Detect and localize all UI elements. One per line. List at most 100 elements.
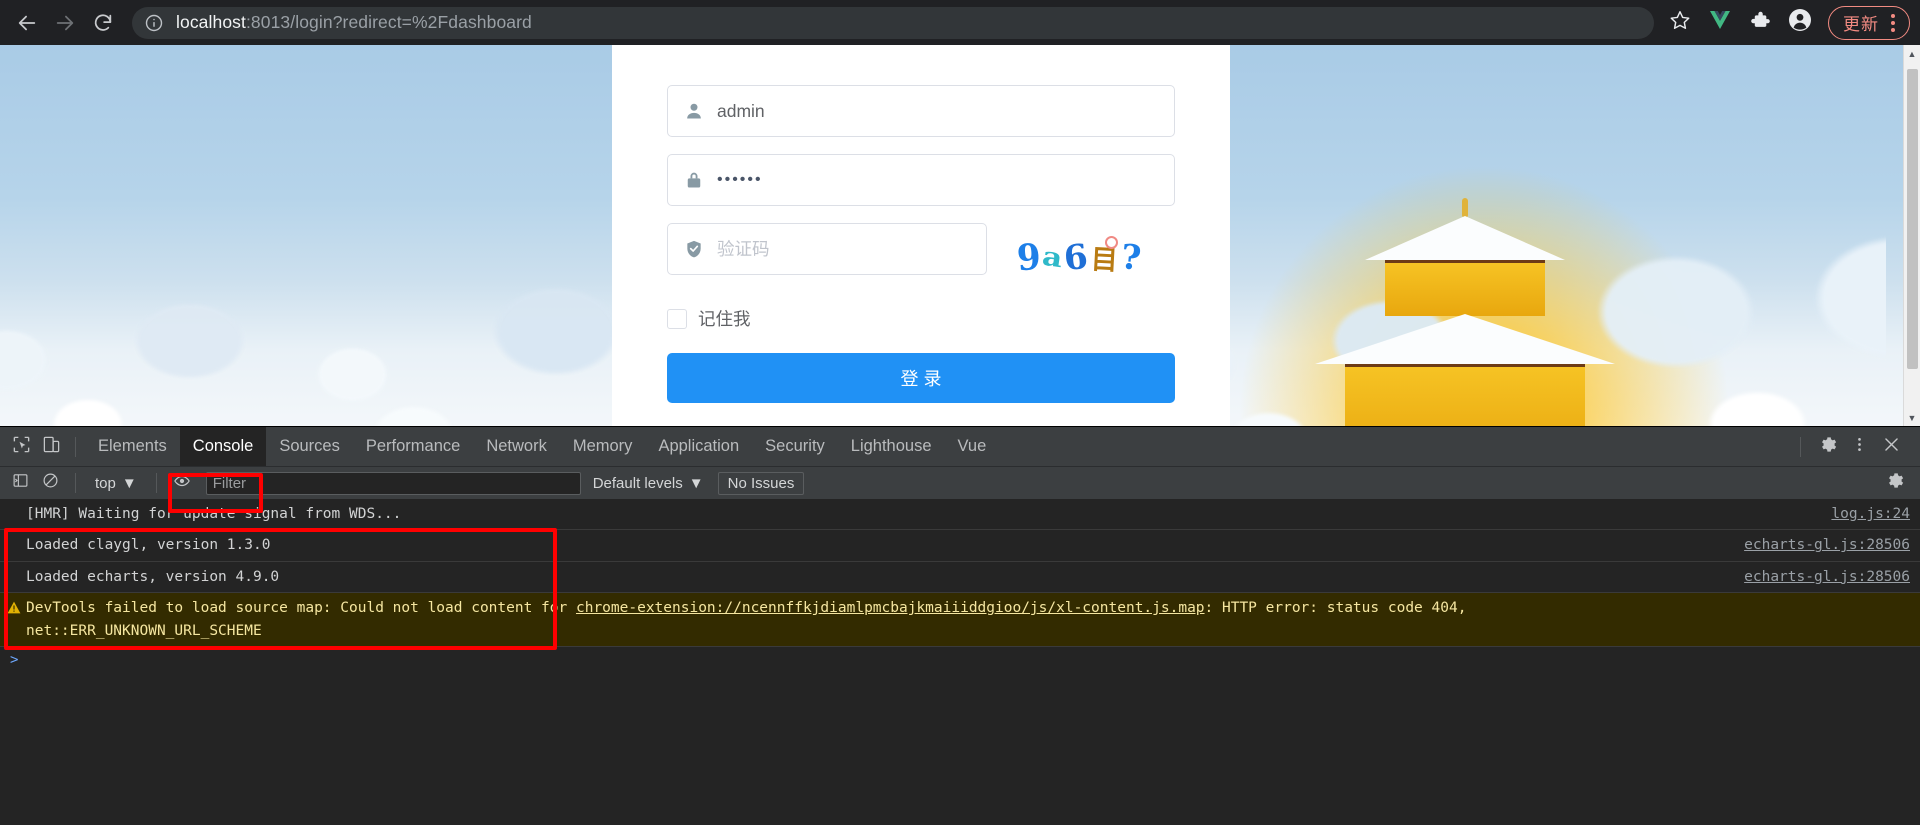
devtools-panel: Elements Console Sources Performance Net… bbox=[0, 426, 1920, 825]
remember-me-checkbox[interactable] bbox=[667, 308, 687, 329]
clear-console-icon bbox=[42, 472, 59, 494]
update-button[interactable]: 更新 bbox=[1828, 5, 1910, 40]
console-log-row[interactable]: [HMR] Waiting for update signal from WDS… bbox=[0, 499, 1920, 531]
device-toolbar-button[interactable] bbox=[36, 432, 66, 462]
forward-button[interactable] bbox=[48, 6, 82, 40]
shield-check-icon bbox=[683, 238, 705, 260]
login-card: 9 a 6 目 ? 记住我 登 录 bbox=[612, 45, 1230, 426]
console-toolbar: top ▼ Default levels ▼ No Issues bbox=[0, 466, 1920, 499]
scroll-down-arrow-icon[interactable]: ▼ bbox=[1904, 409, 1920, 426]
devtools-settings-button[interactable] bbox=[1812, 432, 1842, 462]
tab-memory[interactable]: Memory bbox=[560, 427, 646, 466]
log-message: Loaded claygl, version 1.3.0 bbox=[26, 537, 271, 554]
golden-pavilion-decoration bbox=[1300, 196, 1630, 426]
close-x-icon bbox=[1882, 435, 1901, 459]
live-expression-button[interactable] bbox=[168, 470, 196, 496]
password-field[interactable] bbox=[667, 154, 1175, 206]
console-warning-row[interactable]: DevTools failed to load source map: Coul… bbox=[0, 593, 1920, 648]
devtools-more-button[interactable] bbox=[1844, 432, 1874, 462]
console-sidebar-button[interactable] bbox=[6, 470, 34, 496]
tab-performance[interactable]: Performance bbox=[353, 427, 473, 466]
back-button[interactable] bbox=[10, 6, 44, 40]
prompt-caret-icon: > bbox=[10, 652, 19, 669]
password-input[interactable] bbox=[717, 171, 1159, 189]
console-sidebar-icon bbox=[12, 472, 29, 494]
console-log-row[interactable]: Loaded claygl, version 1.3.0 echarts-gl.… bbox=[0, 530, 1920, 562]
console-prompt[interactable]: > bbox=[0, 647, 1920, 673]
chevron-down-icon: ▼ bbox=[688, 474, 704, 492]
profile-button[interactable] bbox=[1782, 5, 1818, 41]
log-source-link[interactable]: echarts-gl.js:28506 bbox=[1728, 534, 1910, 556]
captcha-field[interactable] bbox=[667, 223, 987, 275]
log-levels-selector[interactable]: Default levels ▼ bbox=[593, 475, 704, 492]
clear-console-button[interactable] bbox=[36, 470, 64, 496]
tab-console[interactable]: Console bbox=[179, 427, 267, 466]
tab-sources[interactable]: Sources bbox=[266, 427, 353, 466]
vue-devtools-icon bbox=[1708, 9, 1732, 36]
console-toolbar-divider-2 bbox=[155, 473, 157, 493]
warning-message: DevTools failed to load source map: Coul… bbox=[26, 597, 1910, 642]
log-levels-label: Default levels bbox=[592, 474, 683, 492]
inspect-element-button[interactable] bbox=[6, 432, 36, 462]
devtools-tabbar-actions bbox=[1791, 432, 1914, 462]
tab-network[interactable]: Network bbox=[473, 427, 560, 466]
log-source-link[interactable]: echarts-gl.js:28506 bbox=[1728, 566, 1910, 588]
address-bar[interactable]: localhost:8013/login?redirect=%2Fdashboa… bbox=[132, 6, 1654, 39]
bookmark-button[interactable] bbox=[1662, 5, 1698, 41]
reload-icon bbox=[92, 12, 114, 34]
log-message: Loaded echarts, version 4.9.0 bbox=[26, 568, 280, 585]
extensions-button[interactable] bbox=[1742, 5, 1778, 41]
gear-icon bbox=[1885, 471, 1904, 495]
forward-arrow-icon bbox=[54, 12, 76, 34]
update-button-label: 更新 bbox=[1843, 15, 1879, 34]
devtools-tabbar: Elements Console Sources Performance Net… bbox=[0, 427, 1920, 466]
device-toolbar-icon bbox=[42, 435, 61, 459]
captcha-char-3: 6 bbox=[1061, 236, 1090, 279]
console-log-row[interactable]: Loaded echarts, version 4.9.0 echarts-gl… bbox=[0, 562, 1920, 594]
scroll-up-arrow-icon[interactable]: ▲ bbox=[1904, 45, 1920, 62]
vue-devtools-button[interactable] bbox=[1702, 5, 1738, 41]
page-viewport: 9 a 6 目 ? 记住我 登 录 ▲ ▼ bbox=[0, 45, 1920, 426]
captcha-noise-circle bbox=[1105, 235, 1118, 249]
gear-icon bbox=[1818, 435, 1837, 459]
login-submit-button[interactable]: 登 录 bbox=[667, 353, 1175, 403]
scrollbar-thumb[interactable] bbox=[1907, 69, 1918, 369]
remember-me-row[interactable]: 记住我 bbox=[667, 306, 1175, 331]
warning-message-pre: DevTools failed to load source map: Coul… bbox=[26, 600, 576, 617]
lock-icon bbox=[683, 169, 705, 191]
devtools-close-button[interactable] bbox=[1876, 432, 1906, 462]
warning-message-link[interactable]: chrome-extension://ncennffkjdiamlpmcbajk… bbox=[576, 600, 1205, 616]
username-field[interactable] bbox=[667, 85, 1175, 137]
console-filter-input[interactable] bbox=[212, 474, 574, 492]
info-circle-icon[interactable] bbox=[144, 13, 164, 33]
account-avatar-icon bbox=[1788, 8, 1812, 37]
captcha-char-5: ? bbox=[1118, 236, 1143, 279]
console-filter-field[interactable] bbox=[205, 471, 581, 495]
chevron-down-icon: ▼ bbox=[121, 474, 137, 492]
console-log-area[interactable]: [HMR] Waiting for update signal from WDS… bbox=[0, 499, 1920, 825]
tab-elements[interactable]: Elements bbox=[85, 427, 180, 466]
star-icon bbox=[1669, 9, 1691, 36]
console-settings-button[interactable] bbox=[1880, 470, 1908, 496]
captcha-input[interactable] bbox=[717, 238, 971, 260]
puzzle-piece-icon bbox=[1749, 9, 1771, 36]
address-bar-url: localhost:8013/login?redirect=%2Fdashboa… bbox=[176, 12, 532, 33]
tab-security[interactable]: Security bbox=[752, 427, 838, 466]
browser-toolbar: localhost:8013/login?redirect=%2Fdashboa… bbox=[0, 0, 1920, 45]
tab-application[interactable]: Application bbox=[645, 427, 752, 466]
log-source-link[interactable]: log.js:24 bbox=[1815, 503, 1910, 525]
console-toolbar-actions bbox=[1880, 470, 1914, 496]
tab-vue[interactable]: Vue bbox=[945, 427, 1000, 466]
reload-button[interactable] bbox=[86, 6, 120, 40]
execution-context-label: top bbox=[95, 474, 116, 492]
three-dot-menu-icon[interactable] bbox=[1883, 13, 1903, 32]
remember-me-label: 记住我 bbox=[698, 309, 751, 329]
captcha-image[interactable]: 9 a 6 目 ? bbox=[1009, 234, 1149, 282]
back-arrow-icon bbox=[16, 12, 38, 34]
tab-lighthouse[interactable]: Lighthouse bbox=[838, 427, 945, 466]
page-scrollbar[interactable]: ▲ ▼ bbox=[1903, 45, 1920, 426]
log-message: [HMR] Waiting for update signal from WDS… bbox=[26, 506, 402, 522]
issues-button[interactable]: No Issues bbox=[717, 471, 805, 495]
execution-context-selector[interactable]: top ▼ bbox=[87, 475, 145, 492]
username-input[interactable] bbox=[717, 100, 1159, 122]
